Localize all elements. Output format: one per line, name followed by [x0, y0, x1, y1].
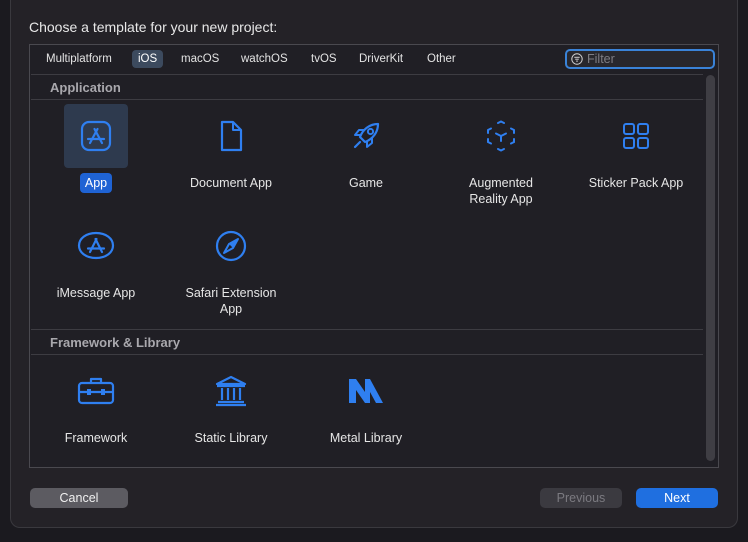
vertical-scrollbar[interactable]	[706, 75, 715, 461]
template-label: iMessage App	[56, 286, 136, 300]
template-label-line1: Safari Extension	[185, 286, 277, 300]
tab-watchos[interactable]: watchOS	[235, 50, 294, 68]
document-icon	[199, 104, 263, 168]
template-label: Framework	[64, 431, 128, 445]
tab-macos[interactable]: macOS	[175, 50, 225, 68]
imessage-app-icon	[64, 214, 128, 278]
tab-other[interactable]: Other	[421, 50, 462, 68]
cancel-button[interactable]: Cancel	[30, 488, 128, 508]
previous-button[interactable]: Previous	[540, 488, 622, 508]
section-application-header: Application	[31, 74, 703, 100]
template-label: Document App	[190, 176, 272, 190]
template-label: Static Library	[194, 431, 268, 445]
rocket-icon	[334, 104, 398, 168]
template-label-line2: Reality App	[469, 192, 533, 206]
filter-field[interactable]	[565, 49, 715, 69]
section-framework-library-header: Framework & Library	[31, 329, 703, 355]
tab-tvos[interactable]: tvOS	[305, 50, 343, 68]
template-label: Game	[348, 176, 384, 190]
dialog-prompt: Choose a template for your new project:	[29, 19, 278, 35]
filter-icon	[571, 53, 583, 65]
ar-cube-icon	[469, 104, 533, 168]
library-building-icon	[199, 359, 263, 423]
metal-icon	[334, 359, 398, 423]
filter-input[interactable]	[587, 51, 707, 67]
template-label-line1: Augmented	[469, 176, 533, 190]
tab-multiplatform[interactable]: Multiplatform	[40, 50, 118, 68]
next-button[interactable]: Next	[636, 488, 718, 508]
tab-driverkit[interactable]: DriverKit	[353, 50, 409, 68]
app-store-icon	[64, 104, 128, 168]
template-panel: Multiplatform iOS macOS watchOS tvOS Dri…	[29, 44, 719, 468]
toolbox-icon	[64, 359, 128, 423]
grid-icon	[604, 104, 668, 168]
platform-tabs: Multiplatform iOS macOS watchOS tvOS Dri…	[30, 45, 718, 73]
tab-ios[interactable]: iOS	[132, 50, 164, 68]
template-label: Sticker Pack App	[588, 176, 684, 190]
template-label: Metal Library	[329, 431, 403, 445]
template-label: App	[79, 173, 113, 193]
compass-icon	[199, 214, 263, 278]
template-label-line2: App	[219, 302, 243, 316]
